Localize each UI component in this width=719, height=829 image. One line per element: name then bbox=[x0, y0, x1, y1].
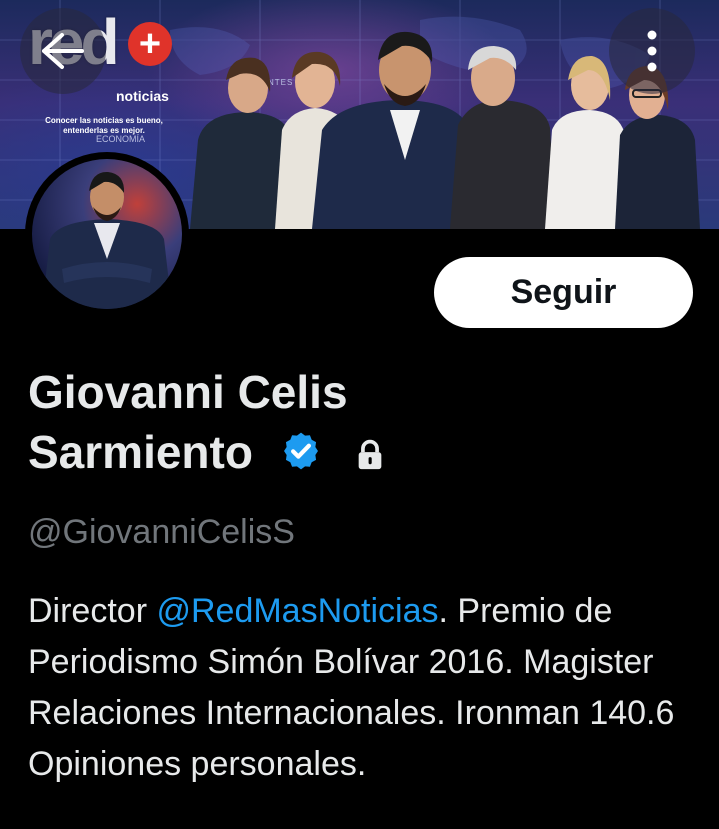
profile-name: Giovanni Celis Sarmiento bbox=[28, 362, 688, 486]
profile-name-line2: Sarmiento bbox=[28, 426, 253, 478]
follow-button[interactable]: Seguir bbox=[434, 257, 693, 328]
profile-name-block: Giovanni Celis Sarmiento bbox=[28, 362, 688, 486]
bio-prefix: Director bbox=[28, 592, 157, 630]
bio-mention-link[interactable]: @RedMasNoticias bbox=[156, 592, 438, 630]
avatar-photo bbox=[32, 159, 182, 309]
back-button[interactable] bbox=[20, 8, 106, 94]
presenter-5 bbox=[545, 55, 628, 229]
profile-handle: @GiovanniCelisS bbox=[28, 513, 295, 551]
lock-icon bbox=[353, 426, 387, 486]
presenter-4 bbox=[450, 46, 556, 229]
more-options-button[interactable] bbox=[609, 8, 695, 94]
profile-name-line1: Giovanni Celis bbox=[28, 366, 348, 418]
profile-avatar[interactable] bbox=[25, 152, 189, 316]
more-vertical-icon bbox=[647, 30, 657, 72]
verified-badge-icon[interactable] bbox=[280, 426, 322, 486]
arrow-left-icon bbox=[42, 33, 84, 69]
profile-bio: Director @RedMasNoticias. Premio de Peri… bbox=[28, 586, 708, 790]
